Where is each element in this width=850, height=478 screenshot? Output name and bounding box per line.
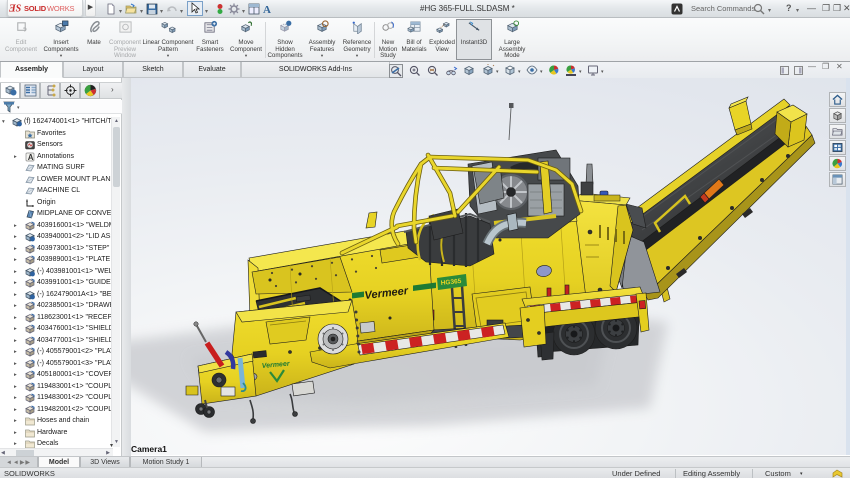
svg-text:A: A bbox=[263, 4, 271, 15]
svg-text:SOLID: SOLID bbox=[24, 4, 47, 13]
svg-text:A: A bbox=[28, 153, 34, 162]
svg-text:ƎS: ƎS bbox=[9, 4, 22, 15]
svg-text:WORKS: WORKS bbox=[47, 4, 75, 13]
